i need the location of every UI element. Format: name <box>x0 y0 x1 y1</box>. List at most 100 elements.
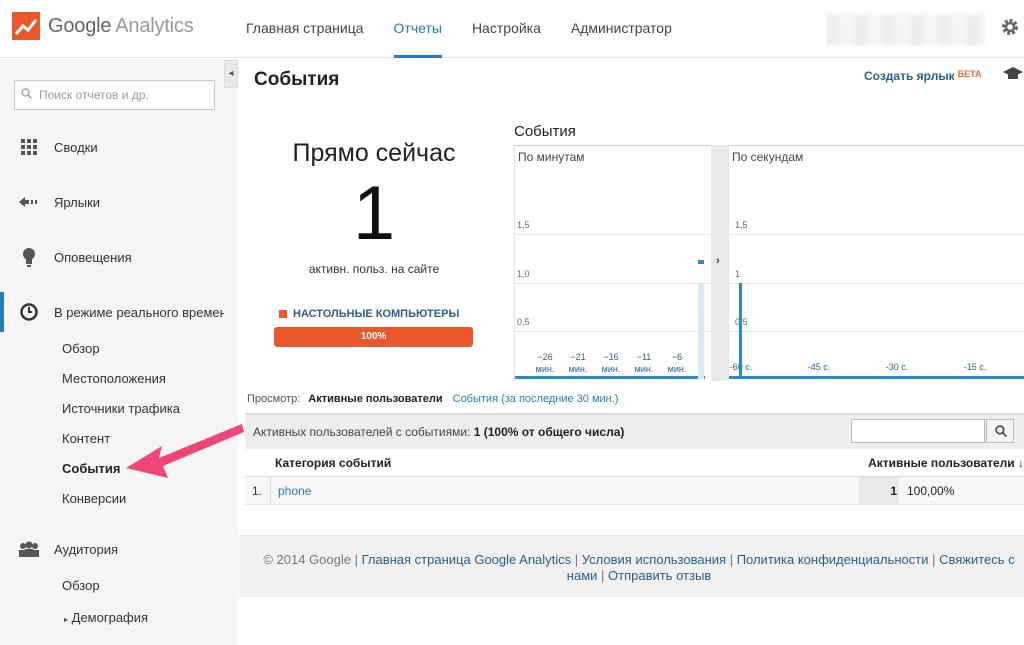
chart-title: По секундам <box>732 150 804 164</box>
sidebar-sub-overview[interactable]: Обзор <box>62 341 100 356</box>
sidebar-item-realtime[interactable]: В режиме реального времени <box>0 292 238 332</box>
nav-reports[interactable]: Отчеты <box>393 0 442 58</box>
sidebar-sub-traffic-sources[interactable]: Источники трафика <box>62 401 180 416</box>
events-chart-heading: События <box>514 123 576 140</box>
chart-title: По минутам <box>518 150 585 164</box>
google-analytics-logo[interactable]: Google Analytics <box>12 12 194 40</box>
beta-badge: БЕТА <box>957 69 982 79</box>
sidebar: Поиск отчетов и др. Сводки Ярлыки Оповещ… <box>0 59 238 645</box>
y-gridline <box>729 330 1024 332</box>
y-gridline <box>729 234 1024 236</box>
sidebar-sub-demographics[interactable]: ▸ Демография <box>64 610 148 625</box>
x-tick-value: −11 <box>636 352 652 362</box>
chevron-right-icon[interactable]: › <box>716 255 720 267</box>
active-users-value: 1 <box>890 484 897 498</box>
sort-down-arrow-icon: ↓ <box>1018 456 1024 470</box>
sidebar-item-label: Сводки <box>54 139 98 155</box>
chart-baseline <box>515 376 705 379</box>
table-row: 1. phone 1 100,00% <box>245 477 1024 505</box>
summary-label: Активных пользователей с событиями: <box>253 425 471 439</box>
x-tick-label: −21 мин. <box>564 351 592 375</box>
sidebar-item-label: Ярлыки <box>54 194 101 210</box>
x-tick-unit: мин. <box>634 364 654 374</box>
sidebar-sub-conversions[interactable]: Конверсии <box>62 491 126 506</box>
annotation-arrow <box>126 424 244 478</box>
device-label: НАСТОЛЬНЫЕ КОМПЬЮТЕРЫ <box>293 308 460 320</box>
y-gridline <box>515 234 712 236</box>
logo-analytics-text: Analytics <box>115 14 194 37</box>
view-selector: Просмотр: Активные пользователи События … <box>247 393 618 405</box>
graduation-cap-icon[interactable] <box>1003 67 1023 81</box>
footer-copyright: © 2014 Google <box>263 552 351 567</box>
x-tick-label: -15 с. <box>963 362 987 372</box>
sidebar-sub-locations[interactable]: Местоположения <box>62 371 166 386</box>
sidebar-item-shortcuts[interactable]: Ярлыки <box>0 182 238 222</box>
device-legend: НАСТОЛЬНЫЕ КОМПЬЮТЕРЫ <box>279 308 459 320</box>
table-search-button[interactable] <box>986 419 1014 443</box>
footer-link-privacy[interactable]: Политика конфиденциальности <box>737 552 929 567</box>
search-icon <box>995 425 1007 437</box>
sidebar-item-label: Аудитория <box>54 541 119 557</box>
sidebar-sub-events[interactable]: События <box>62 461 120 476</box>
device-share-fill: 100% <box>274 327 473 347</box>
people-icon <box>18 538 40 560</box>
sidebar-sub-content[interactable]: Контент <box>62 431 110 446</box>
x-tick-value: −21 <box>570 352 586 362</box>
y-tick-label: 1,5 <box>517 220 530 231</box>
summary-value: 1 (100% от общего числа) <box>473 425 625 439</box>
chart-baseline <box>729 376 1024 379</box>
x-tick-label: -30 с. <box>885 362 909 372</box>
desktop-color-swatch <box>279 310 287 318</box>
report-search-input[interactable]: Поиск отчетов и др. <box>14 80 215 110</box>
y-gridline <box>515 330 712 332</box>
cell-separator <box>270 477 271 505</box>
sidebar-sub-audience-overview[interactable]: Обзор <box>62 578 100 593</box>
footer-link-terms[interactable]: Условия использования <box>582 552 726 567</box>
active-users-percent: 100,00% <box>907 484 955 498</box>
sidebar-item-alerts[interactable]: Оповещения <box>0 237 238 277</box>
row-number: 1. <box>252 484 263 498</box>
sidebar-item-dashboards[interactable]: Сводки <box>0 127 238 167</box>
collapse-sidebar-button[interactable]: ◂ <box>224 60 238 88</box>
column-active-users-label: Активные пользователи <box>868 456 1015 470</box>
view-active-users[interactable]: Активные пользователи <box>308 393 442 405</box>
footer: © 2014 Google | Главная страница Google … <box>239 535 1024 597</box>
x-tick-unit: мин. <box>568 364 588 374</box>
x-tick-label: −11 мин. <box>630 351 658 375</box>
nav-settings[interactable]: Настройка <box>472 0 541 58</box>
y-tick-label: 1,5 <box>735 220 748 231</box>
logo-google-text: Google <box>48 14 112 37</box>
sidebar-item-audience[interactable]: Аудитория <box>0 529 238 569</box>
top-bar: Google Analytics Главная страница Отчеты … <box>0 0 1024 58</box>
nav-admin[interactable]: Администратор <box>571 0 672 58</box>
x-tick-value: −6 <box>671 352 683 362</box>
column-active-users[interactable]: Активные пользователи ↓ <box>868 456 1024 470</box>
table-search-input[interactable] <box>851 419 985 443</box>
search-icon <box>21 88 32 99</box>
active-users-subtitle: активн. польз. на сайте <box>308 262 440 276</box>
chart-divider: › <box>711 145 728 381</box>
view-label: Просмотр: <box>247 393 301 405</box>
y-tick-label: 1,0 <box>517 268 530 279</box>
footer-link-ga-home[interactable]: Главная страница Google Analytics <box>362 552 572 567</box>
column-event-category[interactable]: Категория событий <box>275 456 391 470</box>
create-shortcut-link[interactable]: Создать ярлык БЕТА <box>864 69 982 83</box>
x-tick-label: -45 с. <box>807 362 831 372</box>
expand-triangle-icon: ▸ <box>64 615 69 624</box>
analytics-logo-icon <box>12 12 40 40</box>
account-selector[interactable] <box>826 14 986 46</box>
top-nav: Главная страница Отчеты Настройка Админи… <box>246 0 702 58</box>
per-second-chart: По секундам 0,511,5-60 с.-45 с.-30 с.-15… <box>728 145 1024 381</box>
gear-icon[interactable] <box>1000 17 1020 37</box>
device-share-bar: 100% <box>274 327 473 347</box>
y-gridline <box>515 282 712 284</box>
x-tick-unit: мин. <box>535 364 555 374</box>
y-tick-label: 1 <box>735 268 741 279</box>
footer-link-feedback[interactable]: Отправить отзыв <box>608 568 711 583</box>
right-now-heading: Прямо сейчас <box>292 139 456 167</box>
nav-home[interactable]: Главная страница <box>246 0 364 58</box>
main-content: События Создать ярлык БЕТА Прямо сейчас 1… <box>239 59 1024 645</box>
view-events-link[interactable]: События (за последние 30 мин.) <box>453 393 619 405</box>
table-header: Категория событий Активные пользователи … <box>245 449 1024 477</box>
event-category-link[interactable]: phone <box>278 484 311 498</box>
